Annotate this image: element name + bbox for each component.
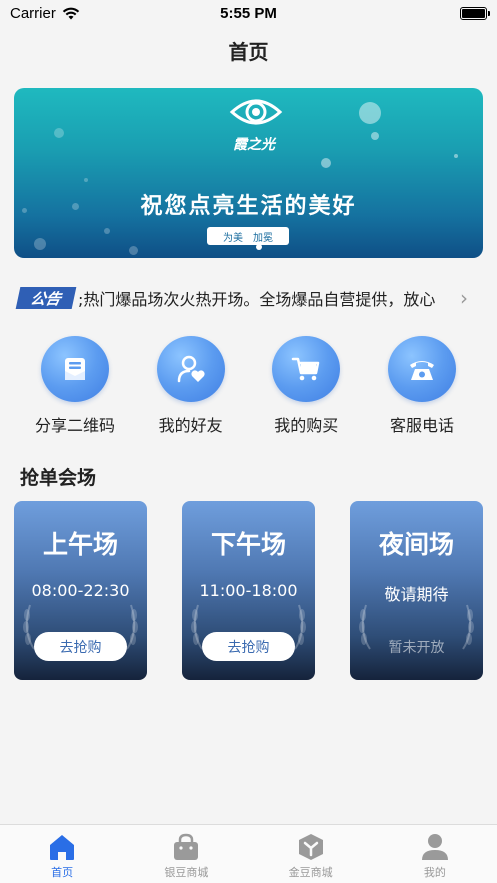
session-status: 敬请期待 [384, 585, 449, 604]
banner-tag-right: 加冕 [253, 232, 273, 244]
notice-badge-label: 公告 [28, 289, 63, 308]
chevron-right-icon[interactable]: › [460, 286, 468, 310]
grab-button[interactable]: 去抢购 [34, 632, 127, 661]
shortcut-label: 客服电话 [389, 416, 454, 435]
user-icon [421, 834, 448, 860]
notice-badge: 公告 [15, 287, 77, 309]
shortcut-label: 分享二维码 [34, 416, 115, 435]
notice-text: ;热门爆品场次火热开场。全场爆品自营提供，放心 [78, 290, 436, 309]
tab-silver-bean-mall[interactable]: 银豆商城 [124, 825, 248, 883]
shortcut-my-friends[interactable]: 我的好友 [136, 336, 246, 436]
session-title: 夜间场 [378, 530, 454, 559]
session-card-afternoon[interactable]: 下午场 11:00-18:00 去抢购 [182, 501, 315, 680]
shortcut-share-qrcode[interactable]: 分享二维码 [20, 336, 130, 436]
banner-slogan: 祝您点亮生活的美好 [140, 194, 357, 219]
session-time: 11:00-18:00 [199, 581, 298, 600]
tab-gold-bean-mall[interactable]: 金豆商城 [249, 825, 373, 883]
cart-icon [272, 336, 341, 402]
session-card-night[interactable]: 夜间场 敬请期待 暂未开放 [350, 501, 483, 680]
banner-brand: 霞之光 [233, 137, 275, 153]
shortcut-my-purchases[interactable]: 我的购买 [251, 336, 361, 436]
battery-icon [460, 6, 490, 20]
telephone-icon [387, 336, 456, 402]
session-time: 08:00-22:30 [31, 581, 130, 600]
wifi-icon [62, 7, 80, 19]
bag-icon [174, 833, 199, 860]
home-icon [50, 835, 75, 860]
status-bar: Carrier 5:55 PM [0, 0, 497, 26]
friend-heart-icon [156, 336, 225, 402]
tab-label: 银豆商城 [164, 866, 209, 879]
section-title: 抢单会场 [20, 467, 97, 489]
page-title: 首页 [228, 40, 269, 64]
shortcut-customer-service[interactable]: 客服电话 [367, 336, 477, 436]
banner-page-indicator [256, 244, 262, 250]
tab-mine[interactable]: 我的 [373, 825, 497, 883]
grab-button[interactable]: 去抢购 [202, 632, 295, 661]
promo-banner[interactable]: 霞之光 祝您点亮生活的美好 为美 加冕 [14, 88, 483, 258]
session-title: 下午场 [210, 530, 286, 559]
tab-label: 我的 [423, 866, 446, 879]
tab-label: 首页 [51, 866, 74, 879]
carrier-label: Carrier [10, 4, 56, 22]
banner-tag-left: 为美 [223, 232, 243, 244]
shortcut-label: 我的购买 [274, 416, 339, 435]
shortcut-grid: 分享二维码 我的好友 我的购买 客服电话 [20, 336, 477, 436]
session-cards: 上午场 08:00-22:30 去抢购 下午场 11:00-18:00 去抢购 … [14, 501, 483, 681]
tab-label: 金豆商城 [288, 866, 333, 879]
shortcut-label: 我的好友 [158, 416, 223, 435]
notice-bar[interactable]: 公告 ;热门爆品场次火热开场。全场爆品自营提供，放心 › [15, 284, 480, 312]
cube-icon [298, 834, 323, 860]
banner-tag: 为美 加冕 [207, 227, 289, 245]
tab-home[interactable]: 首页 [0, 825, 124, 883]
session-title: 上午场 [42, 530, 118, 559]
session-card-morning[interactable]: 上午场 08:00-22:30 去抢购 [14, 501, 147, 680]
envelope-icon [41, 336, 109, 402]
not-open-button: 暂未开放 [388, 639, 445, 656]
tab-bar: 首页 银豆商城 金豆商城 我的 [0, 824, 497, 883]
